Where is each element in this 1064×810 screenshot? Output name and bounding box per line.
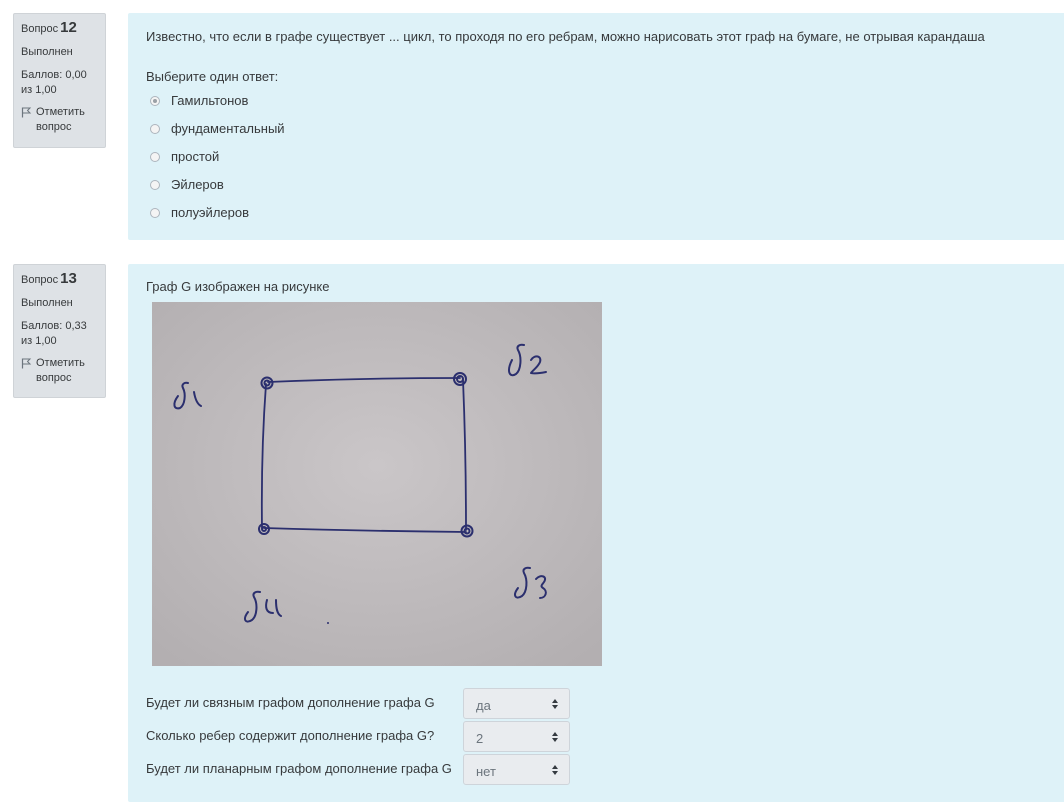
match-row-planar-text: Будет ли планарным графом дополнение гра… bbox=[146, 761, 452, 776]
question-label: Вопрос bbox=[21, 23, 59, 35]
question-info-13: Вопрос 13 Выполнен Баллов: 0,33 из 1,00 О… bbox=[13, 264, 106, 398]
question-state: Выполнен bbox=[21, 297, 73, 309]
radio-button[interactable] bbox=[150, 123, 160, 134]
answer-prompt: Выберите один ответ: bbox=[146, 69, 279, 84]
question-text: Граф G изображен на рисунке bbox=[146, 279, 330, 294]
select-arrows-icon bbox=[552, 699, 558, 709]
flag-label: Отметить вопрос bbox=[36, 106, 85, 133]
question-number-line: Вопрос 13 bbox=[21, 271, 98, 288]
radio-button[interactable] bbox=[150, 95, 160, 106]
select-value: 2 bbox=[476, 731, 484, 746]
question-number-line: Вопрос 12 bbox=[21, 20, 98, 37]
radio-button[interactable] bbox=[150, 207, 160, 218]
answer-option-eulerian[interactable]: Эйлеров bbox=[150, 177, 224, 192]
flag-question-link[interactable]: Отметить вопрос bbox=[21, 105, 98, 135]
question-info-12: Вопрос 12 Выполнен Баллов: 0,00 из 1,00 О… bbox=[13, 13, 106, 148]
question-state: Выполнен bbox=[21, 46, 73, 58]
answer-option-label: Гамильтонов bbox=[171, 93, 249, 108]
answer-option-label: Эйлеров bbox=[171, 177, 224, 192]
select-edges[interactable]: 2 bbox=[463, 721, 570, 752]
select-arrows-icon bbox=[552, 765, 558, 775]
answer-option-label: простой bbox=[171, 149, 220, 164]
question-content-12: Известно, что если в графе существует ..… bbox=[128, 13, 1064, 240]
radio-button[interactable] bbox=[150, 151, 160, 162]
question-number: 13 bbox=[60, 270, 77, 287]
question-content-13: Граф G изображен на рисунке Будет ли свя… bbox=[128, 264, 1064, 802]
match-row-edges-text: Сколько ребер содержит дополнение графа … bbox=[146, 728, 435, 743]
select-value: нет bbox=[476, 764, 496, 779]
select-planar[interactable]: нет bbox=[463, 754, 570, 785]
question-label: Вопрос bbox=[21, 274, 59, 286]
select-value: да bbox=[476, 698, 491, 713]
flag-icon bbox=[21, 358, 32, 369]
question-grade: Баллов: 0,33 из 1,00 bbox=[21, 320, 87, 347]
answer-option-fundamental[interactable]: фундаментальный bbox=[150, 121, 285, 136]
answer-option-label: фундаментальный bbox=[171, 121, 285, 136]
answer-option-hamiltonian[interactable]: Гамильтонов bbox=[150, 93, 248, 108]
radio-button[interactable] bbox=[150, 179, 160, 190]
flag-icon bbox=[21, 107, 32, 118]
question-grade: Баллов: 0,00 из 1,00 bbox=[21, 69, 87, 96]
match-row-connected-text: Будет ли связным графом дополнение графа… bbox=[146, 695, 435, 710]
select-connected[interactable]: да bbox=[463, 688, 570, 719]
answer-option-label: полуэйлеров bbox=[171, 205, 249, 220]
question-text: Известно, что если в графе существует ..… bbox=[146, 29, 985, 44]
flag-question-link[interactable]: Отметить вопрос bbox=[21, 356, 98, 386]
answer-option-semi-eulerian[interactable]: полуэйлеров bbox=[150, 205, 249, 220]
select-arrows-icon bbox=[552, 732, 558, 742]
answer-option-simple[interactable]: простой bbox=[150, 149, 219, 164]
question-number: 12 bbox=[60, 19, 77, 36]
graph-photo bbox=[152, 302, 602, 666]
flag-label: Отметить вопрос bbox=[36, 357, 85, 384]
